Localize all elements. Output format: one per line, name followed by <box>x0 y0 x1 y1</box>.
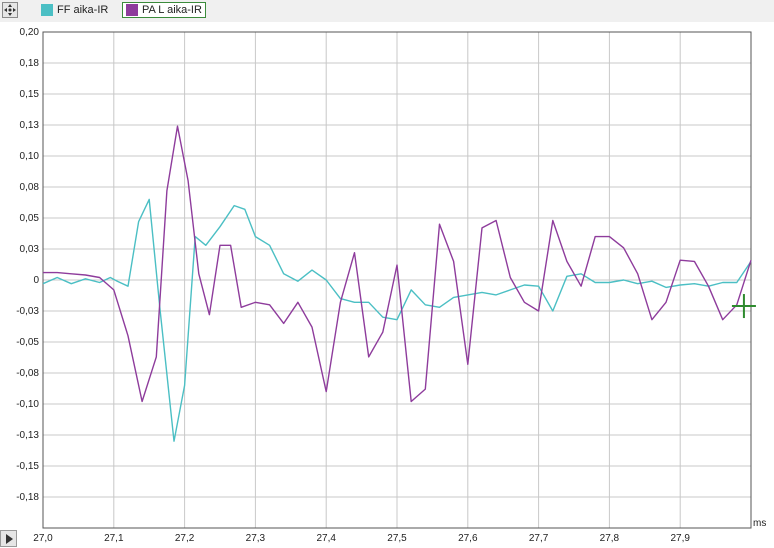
x-tick-label: 27,0 <box>33 533 53 544</box>
x-tick-label: 27,8 <box>600 533 620 544</box>
x-tick-label: 27,1 <box>104 533 124 544</box>
y-tick-label: -0,18 <box>16 492 39 503</box>
y-tick-label: 0,15 <box>20 89 40 100</box>
y-tick-label: 0,05 <box>20 213 40 224</box>
x-tick-label: 27,3 <box>246 533 266 544</box>
y-tick-label: 0,08 <box>20 182 40 193</box>
y-tick-label: -0,08 <box>16 368 39 379</box>
x-tick-label: 27,2 <box>175 533 195 544</box>
cursor-marker[interactable] <box>731 294 756 319</box>
grid <box>42 31 751 528</box>
x-axis: 27,0 27,1 27,2 27,3 27,4 27,5 27,6 27,7 27,8 27,9… <box>33 518 766 544</box>
x-tick-label: 27,5 <box>387 533 407 544</box>
y-tick-label: -0,13 <box>16 430 39 441</box>
y-tick-label: -0,15 <box>16 461 39 472</box>
y-tick-label: 0,20 <box>20 27 40 38</box>
y-axis: 0,20 0,18 0,15 0,13 0,10 0,08 0,05 0,03 0 -0,03 -0… <box>16 27 39 503</box>
x-tick-label: 27,7 <box>529 533 549 544</box>
y-tick-label: -0,05 <box>16 337 39 348</box>
y-tick-label: 0,18 <box>20 58 40 69</box>
y-tick-label: 0 <box>33 275 39 286</box>
play-right-icon[interactable] <box>0 530 17 547</box>
y-tick-label: -0,03 <box>16 306 39 317</box>
x-tick-label: 27,9 <box>670 533 690 544</box>
y-tick-label: 0,03 <box>20 244 40 255</box>
y-tick-label: 0,13 <box>20 120 40 131</box>
y-tick-label: 0,10 <box>20 151 40 162</box>
x-tick-label: 27,4 <box>316 533 336 544</box>
y-tick-label: -0,10 <box>16 399 39 410</box>
line-chart: 0,20 0,18 0,15 0,13 0,10 0,08 0,05 0,03 0 -0,03 -0… <box>16 27 766 544</box>
x-unit-label: ms <box>753 518 766 529</box>
x-tick-label: 27,6 <box>458 533 478 544</box>
